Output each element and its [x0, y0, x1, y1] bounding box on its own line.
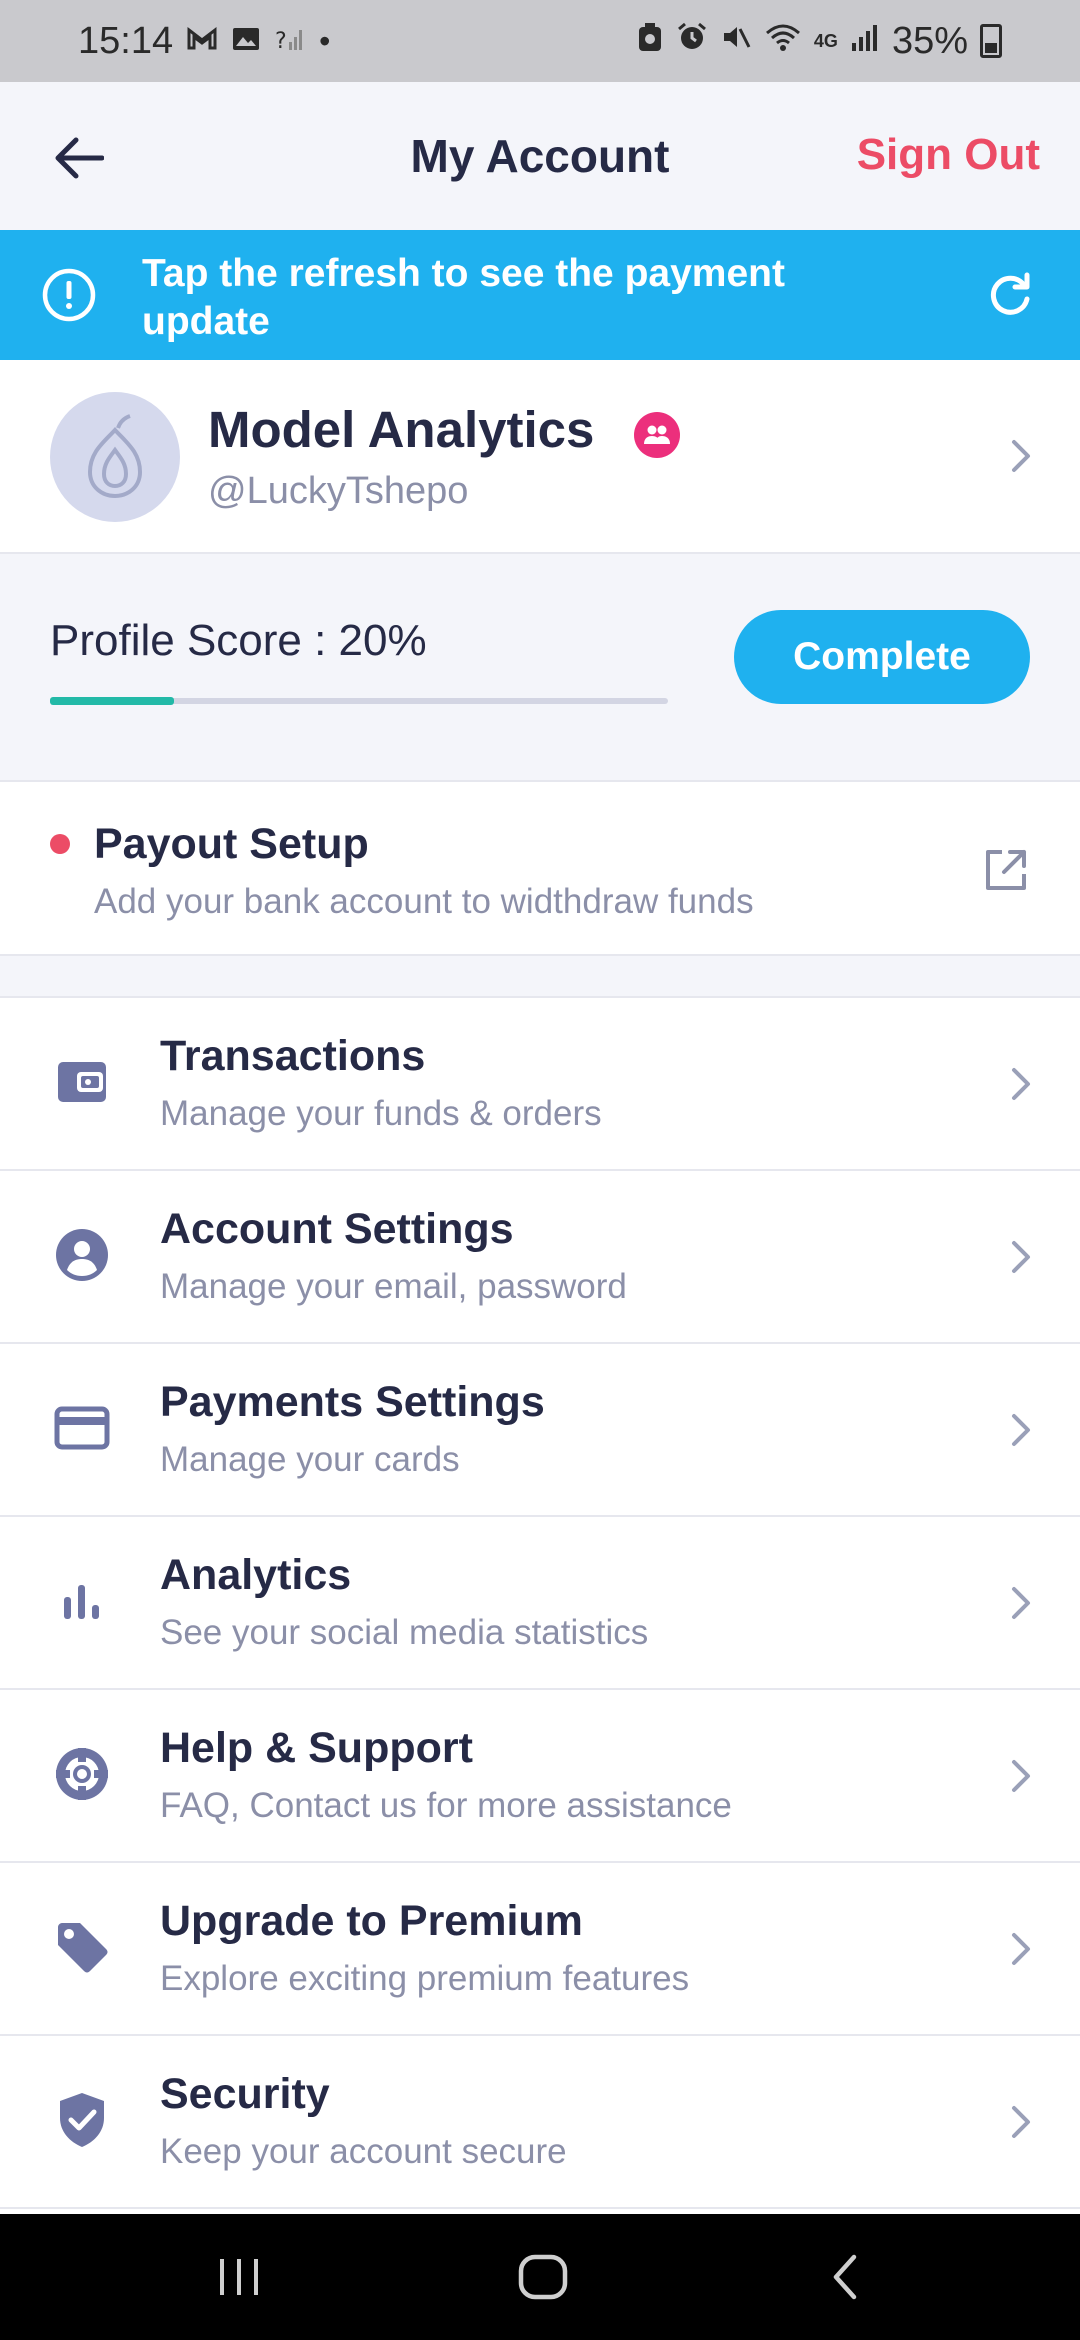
chevron-right-icon	[1012, 1933, 1030, 1965]
dot-icon: •	[319, 23, 331, 59]
chevron-right-icon	[1012, 2106, 1030, 2138]
profile-handle: @LuckyTshepo	[208, 470, 469, 512]
gallery-icon	[231, 25, 261, 58]
external-link-icon[interactable]	[984, 848, 1028, 892]
group-icon	[634, 412, 680, 458]
battery-text: 35%	[891, 19, 968, 62]
menu-subtitle: Explore exciting premium features	[160, 1959, 690, 1998]
refresh-icon	[990, 272, 1030, 315]
svg-text:?: ?	[275, 29, 287, 54]
alert-circle-icon	[42, 268, 96, 322]
menu-item-help-support[interactable]: Help & Support FAQ, Contact us for more …	[0, 1690, 1080, 1863]
tag-icon	[52, 1917, 112, 1977]
menu-subtitle: Manage your cards	[160, 1440, 460, 1479]
chevron-right-icon	[1012, 1760, 1030, 1792]
menu-item-analytics[interactable]: Analytics See your social media statisti…	[0, 1517, 1080, 1690]
payment-update-banner: Tap the refresh to see the payment updat…	[0, 230, 1080, 360]
header: My Account Sign Out	[0, 82, 1080, 230]
status-bar: 15:14 ? • 4G 35%	[0, 0, 1080, 82]
profile-card[interactable]: Model Analytics @LuckyTshepo	[0, 360, 1080, 554]
menu-subtitle: Keep your account secure	[160, 2132, 567, 2171]
menu-title: Security	[160, 2070, 330, 2118]
menu-item-upgrade-premium[interactable]: Upgrade to Premium Explore exciting prem…	[0, 1863, 1080, 2036]
profile-score-section: Profile Score : 20% Complete	[0, 554, 1080, 782]
menu-subtitle: FAQ, Contact us for more assistance	[160, 1786, 732, 1825]
refresh-button[interactable]	[980, 265, 1040, 325]
chevron-right-icon	[1012, 1068, 1030, 1100]
chevron-right-icon	[1012, 1241, 1030, 1273]
account-circle-icon	[52, 1225, 112, 1285]
chevron-right-icon	[1012, 440, 1030, 472]
home-button[interactable]	[508, 2244, 578, 2310]
menu-item-transactions[interactable]: Transactions Manage your funds & orders	[0, 998, 1080, 1171]
mute-icon	[720, 20, 752, 63]
status-left: 15:14 ? •	[78, 20, 330, 63]
sign-out-button[interactable]: Sign Out	[857, 130, 1040, 180]
bar-chart-icon	[52, 1571, 112, 1631]
wifi-icon	[764, 20, 802, 63]
profile-score-progress	[50, 697, 668, 705]
lifebuoy-icon	[52, 1744, 112, 1804]
section-divider	[0, 956, 1080, 998]
menu-subtitle: See your social media statistics	[160, 1613, 649, 1652]
menu-title: Transactions	[160, 1032, 426, 1080]
payout-setup-item[interactable]: Payout Setup Add your bank account to wi…	[0, 782, 1080, 956]
recents-icon	[220, 2259, 258, 2295]
menu-title: Upgrade to Premium	[160, 1897, 583, 1945]
menu-subtitle: Manage your email, password	[160, 1267, 627, 1306]
system-nav-bar	[0, 2214, 1080, 2340]
profile-score-fill	[50, 697, 174, 705]
pear-logo-icon	[87, 414, 143, 499]
back-chevron-icon	[833, 2254, 857, 2300]
recycle-icon	[636, 20, 664, 63]
status-time: 15:14	[78, 19, 174, 62]
no-signal-icon: ?	[275, 24, 305, 59]
profile-score-label: Profile Score : 20%	[50, 616, 427, 665]
shield-check-icon	[52, 2090, 112, 2150]
menu-subtitle: Manage your funds & orders	[160, 1094, 602, 1133]
menu-title: Help & Support	[160, 1724, 473, 1772]
account-menu: Transactions Manage your funds & orders …	[0, 998, 1080, 2209]
complete-button[interactable]: Complete	[734, 610, 1030, 704]
battery-icon	[980, 24, 1002, 58]
wallet-icon	[52, 1052, 112, 1112]
back-nav-button[interactable]	[810, 2244, 880, 2310]
gmail-icon	[187, 25, 217, 57]
status-right: 4G 35%	[636, 20, 1002, 63]
recents-button[interactable]	[205, 2244, 275, 2310]
menu-title: Payments Settings	[160, 1378, 545, 1426]
avatar	[50, 392, 180, 522]
menu-title: Analytics	[160, 1551, 352, 1599]
profile-name: Model Analytics	[208, 401, 595, 458]
payout-title: Payout Setup	[94, 820, 369, 868]
menu-title: Account Settings	[160, 1205, 514, 1253]
chevron-right-icon	[1012, 1587, 1030, 1619]
payout-subtitle: Add your bank account to widthdraw funds	[94, 882, 754, 921]
alarm-icon	[676, 20, 708, 63]
signal-icon	[850, 20, 880, 63]
chevron-right-icon	[1012, 1414, 1030, 1446]
menu-item-security[interactable]: Security Keep your account secure	[0, 2036, 1080, 2209]
home-icon	[518, 2254, 568, 2300]
menu-item-account-settings[interactable]: Account Settings Manage your email, pass…	[0, 1171, 1080, 1344]
menu-item-payments-settings[interactable]: Payments Settings Manage your cards	[0, 1344, 1080, 1517]
alert-dot-icon	[50, 834, 70, 854]
credit-card-icon	[52, 1398, 112, 1458]
banner-text: Tap the refresh to see the payment updat…	[142, 252, 785, 343]
4g-icon: 4G	[813, 31, 838, 51]
